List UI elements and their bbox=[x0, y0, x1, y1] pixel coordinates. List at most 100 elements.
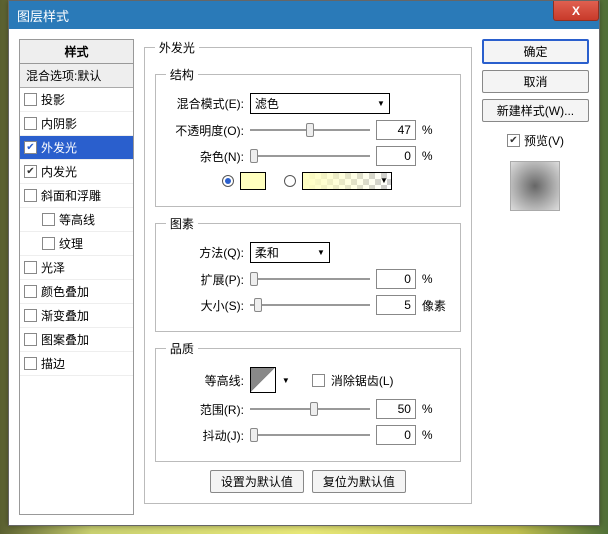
style-checkbox[interactable]: ✔ bbox=[24, 141, 37, 154]
technique-label: 方法(Q): bbox=[166, 244, 244, 261]
antialias-checkbox[interactable] bbox=[312, 374, 325, 387]
chevron-down-icon[interactable]: ▼ bbox=[282, 376, 290, 385]
outer-glow-group: 外发光 结构 混合模式(E): 滤色 ▼ 不透明度(O): bbox=[144, 39, 472, 504]
style-row[interactable]: 斜面和浮雕 bbox=[20, 184, 133, 208]
layer-style-dialog: 图层样式 X 样式 混合选项:默认 投影内阴影 ✔ 外发光 ✔ 内发光斜面和浮雕等高线纹… bbox=[8, 0, 600, 526]
antialias-label: 消除锯齿(L) bbox=[331, 372, 394, 389]
style-label: 斜面和浮雕 bbox=[41, 187, 101, 204]
style-checkbox[interactable] bbox=[42, 213, 55, 226]
style-checkbox[interactable] bbox=[24, 285, 37, 298]
style-label: 颜色叠加 bbox=[41, 283, 89, 300]
style-checkbox[interactable] bbox=[24, 261, 37, 274]
main-panel: 外发光 结构 混合模式(E): 滤色 ▼ 不透明度(O): bbox=[144, 39, 472, 515]
blend-mode-value: 滤色 bbox=[255, 95, 279, 112]
reset-default-button[interactable]: 复位为默认值 bbox=[312, 470, 406, 493]
spread-unit: % bbox=[422, 272, 450, 286]
blend-mode-label: 混合模式(E): bbox=[166, 95, 244, 112]
style-label: 内阴影 bbox=[41, 115, 77, 132]
gradient-radio[interactable] bbox=[284, 175, 296, 187]
style-row[interactable]: ✔ 外发光 bbox=[20, 136, 133, 160]
style-checkbox[interactable] bbox=[24, 189, 37, 202]
style-row[interactable]: 图案叠加 bbox=[20, 328, 133, 352]
right-panel: 确定 取消 新建样式(W)... ✔ 预览(V) bbox=[482, 39, 589, 515]
style-checkbox[interactable] bbox=[24, 357, 37, 370]
style-label: 描边 bbox=[41, 355, 65, 372]
noise-input[interactable] bbox=[376, 146, 416, 166]
preview-checkbox[interactable]: ✔ bbox=[507, 134, 520, 147]
technique-value: 柔和 bbox=[255, 244, 279, 261]
style-row[interactable]: 内阴影 bbox=[20, 112, 133, 136]
spread-label: 扩展(P): bbox=[166, 271, 244, 288]
style-label: 渐变叠加 bbox=[41, 307, 89, 324]
style-checkbox[interactable]: ✔ bbox=[24, 165, 37, 178]
size-unit: 像素 bbox=[422, 297, 450, 314]
blend-options-header[interactable]: 混合选项:默认 bbox=[20, 64, 133, 88]
new-style-button[interactable]: 新建样式(W)... bbox=[482, 99, 589, 122]
opacity-slider[interactable] bbox=[250, 122, 370, 138]
glow-color-swatch[interactable] bbox=[240, 172, 266, 190]
structure-legend: 结构 bbox=[166, 66, 198, 83]
range-input[interactable] bbox=[376, 399, 416, 419]
size-slider[interactable] bbox=[250, 297, 370, 313]
structure-group: 结构 混合模式(E): 滤色 ▼ 不透明度(O): bbox=[155, 66, 461, 207]
noise-unit: % bbox=[422, 149, 450, 163]
elements-legend: 图素 bbox=[166, 215, 198, 232]
style-checkbox[interactable] bbox=[24, 333, 37, 346]
cancel-button[interactable]: 取消 bbox=[482, 70, 589, 93]
elements-group: 图素 方法(Q): 柔和 ▼ 扩展(P): bbox=[155, 215, 461, 332]
jitter-label: 抖动(J): bbox=[166, 427, 244, 444]
style-list-header[interactable]: 样式 bbox=[20, 40, 133, 64]
spread-input[interactable] bbox=[376, 269, 416, 289]
style-row[interactable]: 描边 bbox=[20, 352, 133, 376]
style-label: 图案叠加 bbox=[41, 331, 89, 348]
titlebar[interactable]: 图层样式 X bbox=[9, 1, 599, 29]
style-checkbox[interactable] bbox=[24, 309, 37, 322]
opacity-unit: % bbox=[422, 123, 450, 137]
style-checkbox[interactable] bbox=[24, 117, 37, 130]
ok-button[interactable]: 确定 bbox=[482, 39, 589, 64]
style-row[interactable]: 投影 bbox=[20, 88, 133, 112]
preview-label: 预览(V) bbox=[524, 132, 564, 149]
style-row[interactable]: 等高线 bbox=[20, 208, 133, 232]
quality-group: 品质 等高线: ▼ 消除锯齿(L) 范围(R): bbox=[155, 340, 461, 462]
style-row[interactable]: ✔ 内发光 bbox=[20, 160, 133, 184]
noise-slider[interactable] bbox=[250, 148, 370, 164]
contour-label: 等高线: bbox=[166, 372, 244, 389]
quality-legend: 品质 bbox=[166, 340, 198, 357]
spread-slider[interactable] bbox=[250, 271, 370, 287]
style-row[interactable]: 纹理 bbox=[20, 232, 133, 256]
size-label: 大小(S): bbox=[166, 297, 244, 314]
style-row[interactable]: 颜色叠加 bbox=[20, 280, 133, 304]
blend-mode-combo[interactable]: 滤色 ▼ bbox=[250, 93, 390, 114]
close-icon: X bbox=[572, 4, 580, 18]
color-radio[interactable] bbox=[222, 175, 234, 187]
chevron-down-icon: ▼ bbox=[377, 99, 385, 108]
style-row[interactable]: 光泽 bbox=[20, 256, 133, 280]
jitter-unit: % bbox=[422, 428, 450, 442]
opacity-label: 不透明度(O): bbox=[166, 122, 244, 139]
contour-swatch[interactable] bbox=[250, 367, 276, 393]
style-label: 光泽 bbox=[41, 259, 65, 276]
jitter-slider[interactable] bbox=[250, 427, 370, 443]
dialog-title: 图层样式 bbox=[17, 6, 69, 25]
style-row[interactable]: 渐变叠加 bbox=[20, 304, 133, 328]
opacity-input[interactable] bbox=[376, 120, 416, 140]
style-checkbox[interactable] bbox=[24, 93, 37, 106]
style-label: 内发光 bbox=[41, 163, 77, 180]
style-label: 纹理 bbox=[59, 235, 83, 252]
style-label: 外发光 bbox=[41, 139, 77, 156]
jitter-input[interactable] bbox=[376, 425, 416, 445]
size-input[interactable] bbox=[376, 295, 416, 315]
preview-swatch bbox=[510, 161, 560, 211]
close-button[interactable]: X bbox=[553, 1, 599, 21]
technique-combo[interactable]: 柔和 ▼ bbox=[250, 242, 330, 263]
glow-gradient-swatch[interactable]: ▼ bbox=[302, 172, 392, 190]
outer-glow-legend: 外发光 bbox=[155, 39, 199, 56]
style-checkbox[interactable] bbox=[42, 237, 55, 250]
range-unit: % bbox=[422, 402, 450, 416]
style-label: 投影 bbox=[41, 91, 65, 108]
set-default-button[interactable]: 设置为默认值 bbox=[210, 470, 304, 493]
dialog-content: 样式 混合选项:默认 投影内阴影 ✔ 外发光 ✔ 内发光斜面和浮雕等高线纹理光泽颜色叠加… bbox=[9, 29, 599, 525]
range-slider[interactable] bbox=[250, 401, 370, 417]
style-label: 等高线 bbox=[59, 211, 95, 228]
